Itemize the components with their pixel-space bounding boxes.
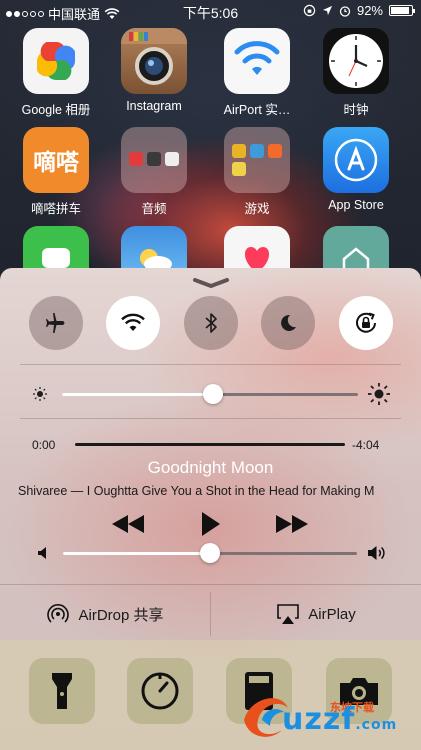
alarm-icon <box>339 5 351 17</box>
elapsed-time: 0:00 <box>32 438 56 452</box>
wifi-icon <box>121 313 145 331</box>
airdrop-icon <box>47 604 70 623</box>
volume-low-icon <box>38 547 46 559</box>
app-label: Instagram <box>126 99 182 113</box>
sharing-row: AirDrop 共享 AirPlay <box>0 588 421 640</box>
flashlight-button[interactable] <box>29 658 95 724</box>
previous-track-button[interactable] <box>111 512 145 536</box>
airdrop-button[interactable]: AirDrop 共享 <box>0 588 210 640</box>
brightness-high-icon <box>368 383 390 405</box>
dida-carpool-icon: 嘀嗒 <box>23 127 89 193</box>
watermark-suffix: .com <box>355 717 398 733</box>
battery-icon <box>389 5 415 16</box>
location-icon <box>322 5 333 16</box>
app-airport-utility[interactable]: AirPort 实… <box>222 28 292 118</box>
instagram-icon <box>121 28 187 94</box>
flashlight-icon <box>52 673 72 709</box>
volume-slider[interactable] <box>0 541 421 565</box>
connectivity-toggles <box>0 296 421 350</box>
status-bar: 中国联通 下午5:06 92% <box>0 0 421 22</box>
app-label: 游戏 <box>244 202 270 216</box>
app-label: 时钟 <box>343 103 369 117</box>
folder-audio[interactable]: 音频 <box>119 127 189 217</box>
fast-forward-icon <box>276 515 308 533</box>
watermark-text: uzzf.com <box>282 702 397 737</box>
airplay-icon <box>277 604 300 624</box>
song-artist-album: Shivaree — I Oughtta Give You a Shot in … <box>18 484 375 498</box>
airplay-label: AirPlay <box>308 605 356 623</box>
volume-fill <box>63 552 210 555</box>
next-track-button[interactable] <box>275 512 309 536</box>
divider <box>20 364 401 365</box>
bluetooth-icon <box>205 313 217 333</box>
lock-rotation-status-icon <box>303 4 316 17</box>
rotation-lock-toggle[interactable] <box>339 296 393 350</box>
timer-icon <box>141 672 179 710</box>
moon-icon <box>281 314 296 331</box>
rewind-icon <box>112 515 144 533</box>
app-google-photos[interactable]: Google 相册 <box>21 28 91 118</box>
games-folder-icon <box>224 127 290 193</box>
battery-percent: 92% <box>356 3 383 18</box>
app-label: 嘀嗒拼车 <box>30 202 81 216</box>
app-label: App Store <box>328 198 384 212</box>
brightness-low-icon <box>33 387 47 401</box>
rotation-lock-icon <box>356 312 376 333</box>
clock-icon <box>323 28 389 94</box>
volume-knob[interactable] <box>200 543 220 563</box>
airdrop-label: AirDrop 共享 <box>78 606 164 624</box>
dismiss-grabber-icon[interactable] <box>191 276 231 290</box>
airplane-mode-toggle[interactable] <box>29 296 83 350</box>
song-title: Goodnight Moon <box>147 458 274 477</box>
play-button[interactable] <box>193 512 227 536</box>
wifi-toggle[interactable] <box>106 296 160 350</box>
control-center: 0:00 -4:04 Goodnight Moon Shivaree — I O… <box>0 268 421 750</box>
brightness-fill <box>62 393 213 396</box>
google-photos-icon <box>23 28 89 94</box>
app-dida-carpool[interactable]: 嘀嗒 嘀嗒拼车 <box>21 127 91 217</box>
battery-level-fill <box>391 7 410 14</box>
play-icon <box>202 512 220 536</box>
app-instagram[interactable]: Instagram <box>119 28 189 113</box>
app-label: 音频 <box>141 202 167 216</box>
app-label: AirPort 实… <box>223 103 291 117</box>
watermark-brand: uzzf <box>282 702 356 737</box>
app-app-store[interactable]: App Store <box>321 127 391 212</box>
volume-high-icon <box>368 546 385 560</box>
timer-button[interactable] <box>127 658 193 724</box>
app-label: Google 相册 <box>21 103 91 117</box>
remaining-time: -4:04 <box>352 438 380 452</box>
divider <box>0 584 421 585</box>
app-store-icon <box>323 127 389 193</box>
divider <box>20 418 401 419</box>
do-not-disturb-toggle[interactable] <box>261 296 315 350</box>
bluetooth-toggle[interactable] <box>184 296 238 350</box>
brightness-knob[interactable] <box>202 384 223 404</box>
folder-games[interactable]: 游戏 <box>222 127 292 217</box>
app-clock[interactable]: 时钟 <box>321 28 391 118</box>
playback-scrubber[interactable] <box>75 443 345 446</box>
status-indicators: 92% <box>303 3 415 18</box>
airport-utility-icon <box>224 28 290 94</box>
airplay-button[interactable]: AirPlay <box>211 588 421 640</box>
airplane-icon <box>46 313 65 333</box>
dida-carpool-icon-text: 嘀嗒 <box>33 149 79 175</box>
audio-folder-icon <box>121 127 187 193</box>
brightness-slider[interactable] <box>0 382 421 406</box>
